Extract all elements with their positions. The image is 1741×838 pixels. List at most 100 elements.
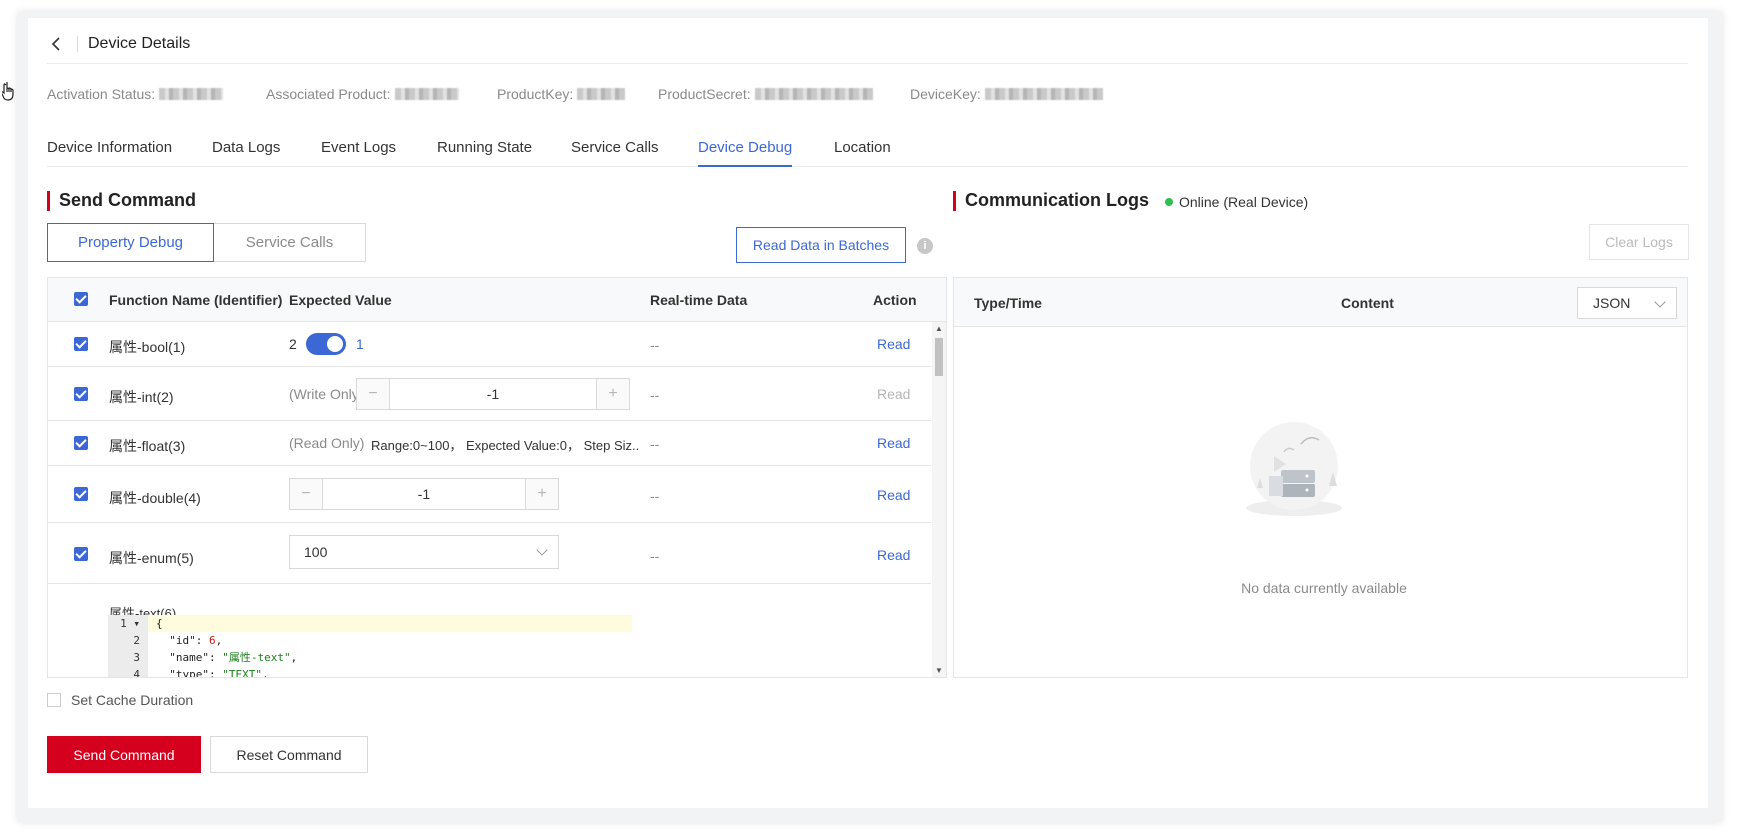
float-description: Range:0~100， Expected Value:0， Step Siz.… — [371, 438, 639, 453]
function-name: 属性-bool(1) — [109, 339, 186, 355]
tab-data-logs[interactable]: Data Logs — [212, 139, 280, 156]
device-key-value — [984, 88, 1103, 100]
product-secret-value — [754, 88, 873, 100]
column-type-time: Type/Time — [974, 295, 1042, 311]
chevron-down-icon — [1654, 296, 1666, 308]
back-arrow-icon[interactable] — [47, 35, 65, 53]
communication-logs-title: Communication Logs — [953, 190, 1149, 211]
empty-state-text: No data currently available — [1241, 580, 1407, 596]
log-panel: Type/Time Content JSON No data currently… — [953, 277, 1688, 678]
table-row: 属性-float(3) (Read Only) Range:0~100， Exp… — [48, 421, 931, 466]
row-checkbox[interactable] — [74, 436, 88, 450]
stepper-value[interactable]: -1 — [322, 479, 526, 509]
product-key-value — [577, 88, 626, 100]
scroll-up-icon[interactable]: ▲ — [935, 324, 943, 333]
realtime-value: -- — [650, 436, 660, 452]
bool-toggle[interactable] — [306, 333, 346, 355]
scroll-thumb[interactable] — [935, 338, 943, 376]
read-link[interactable]: Read — [877, 487, 910, 503]
cache-duration-checkbox[interactable] — [47, 693, 61, 707]
increment-button[interactable]: + — [597, 379, 629, 409]
chevron-down-icon — [536, 544, 548, 556]
json-code-editor[interactable]: 1 ▾{ 2 "id": 6, 3 "name": "属性-text", 4 "… — [108, 615, 632, 677]
write-only-label: (Write Only) — [289, 386, 364, 402]
code-line: 3 "name": "属性-text", — [108, 649, 632, 666]
tab-device-information[interactable]: Device Information — [47, 139, 172, 156]
page-title: Device Details — [88, 35, 191, 52]
header-divider — [77, 36, 78, 52]
tab-location[interactable]: Location — [834, 139, 891, 156]
int-stepper: − -1 + — [356, 378, 630, 410]
clear-logs-button[interactable]: Clear Logs — [1589, 224, 1689, 260]
row-checkbox[interactable] — [74, 337, 88, 351]
activation-status-value — [159, 88, 224, 100]
read-only-label: (Read Only) — [289, 435, 365, 451]
cache-duration: Set Cache Duration — [47, 692, 193, 708]
column-expected-value: Expected Value — [289, 292, 392, 308]
device-key: DeviceKey: — [910, 86, 1103, 102]
debug-mode-switch: Property Debug Service Calls — [47, 223, 366, 262]
select-all-checkbox[interactable] — [74, 292, 88, 306]
device-key-label: DeviceKey: — [910, 86, 981, 102]
table-header: Function Name (Identifier) Expected Valu… — [48, 278, 946, 322]
realtime-value: -- — [650, 488, 660, 504]
send-command-button[interactable]: Send Command — [47, 736, 201, 773]
property-table: Function Name (Identifier) Expected Valu… — [47, 277, 947, 678]
bool-false-label: 2 — [289, 336, 297, 352]
format-select-value: JSON — [1593, 295, 1631, 311]
line-number: 3 — [108, 649, 148, 666]
enum-select[interactable]: 100 — [289, 535, 559, 569]
decrement-button[interactable]: − — [357, 379, 389, 409]
reset-command-button[interactable]: Reset Command — [210, 736, 368, 773]
row-checkbox[interactable] — [74, 487, 88, 501]
scroll-down-icon[interactable]: ▼ — [935, 666, 943, 675]
device-status: Online (Real Device) — [1165, 194, 1308, 210]
column-content: Content — [1341, 295, 1394, 311]
bool-true-label: 1 — [356, 336, 364, 352]
function-name: 属性-float(3) — [109, 438, 186, 454]
row-checkbox[interactable] — [74, 547, 88, 561]
table-scrollbar[interactable]: ▲ ▼ — [932, 322, 946, 677]
realtime-value: -- — [650, 337, 660, 353]
row-checkbox[interactable] — [74, 387, 88, 401]
stepper-value[interactable]: -1 — [389, 379, 597, 409]
tab-device-debug[interactable]: Device Debug — [698, 139, 793, 167]
associated-product: Associated Product: — [266, 86, 459, 102]
cache-duration-label: Set Cache Duration — [71, 692, 194, 708]
code-line: 1 ▾{ — [108, 615, 632, 632]
hand-cursor-icon — [0, 80, 18, 102]
table-row: 属性-double(4) − -1 + -- Read — [48, 466, 931, 523]
enum-select-value: 100 — [304, 544, 328, 560]
service-calls-tab[interactable]: Service Calls — [214, 223, 366, 262]
column-action: Action — [873, 292, 917, 308]
read-link[interactable]: Read — [877, 547, 910, 563]
header-underline — [47, 63, 1688, 64]
info-icon[interactable]: i — [917, 238, 933, 254]
tab-event-logs[interactable]: Event Logs — [321, 139, 396, 156]
line-number: 1 ▾ — [108, 615, 148, 632]
product-secret: ProductSecret: — [658, 86, 873, 102]
function-name: 属性-int(2) — [109, 389, 174, 405]
decrement-button[interactable]: − — [290, 479, 322, 509]
read-data-in-batches-button[interactable]: Read Data in Batches — [736, 227, 906, 263]
property-debug-tab[interactable]: Property Debug — [47, 223, 214, 262]
function-name: 属性-double(4) — [109, 490, 201, 506]
activation-status-label: Activation Status: — [47, 86, 156, 102]
log-header: Type/Time Content JSON — [954, 278, 1687, 327]
format-select[interactable]: JSON — [1577, 287, 1677, 319]
double-stepper: − -1 + — [289, 478, 559, 510]
page-header: Device Details — [47, 24, 190, 64]
tab-running-state[interactable]: Running State — [437, 139, 532, 156]
table-row: 属性-enum(5) 100 -- Read — [48, 523, 931, 584]
increment-button[interactable]: + — [526, 479, 558, 509]
send-command-title: Send Command — [47, 190, 196, 211]
read-link[interactable]: Read — [877, 336, 910, 352]
code-line: 4 "type": "TEXT", — [108, 666, 632, 677]
tab-service-calls[interactable]: Service Calls — [571, 139, 659, 156]
column-realtime-data: Real-time Data — [650, 292, 748, 308]
table-row: 属性-int(2) (Write Only) − -1 + -- Read — [48, 367, 931, 421]
read-link[interactable]: Read — [877, 435, 910, 451]
line-number: 2 — [108, 632, 148, 649]
read-link[interactable]: Read — [877, 386, 910, 402]
empty-state-illustration — [1194, 416, 1394, 529]
